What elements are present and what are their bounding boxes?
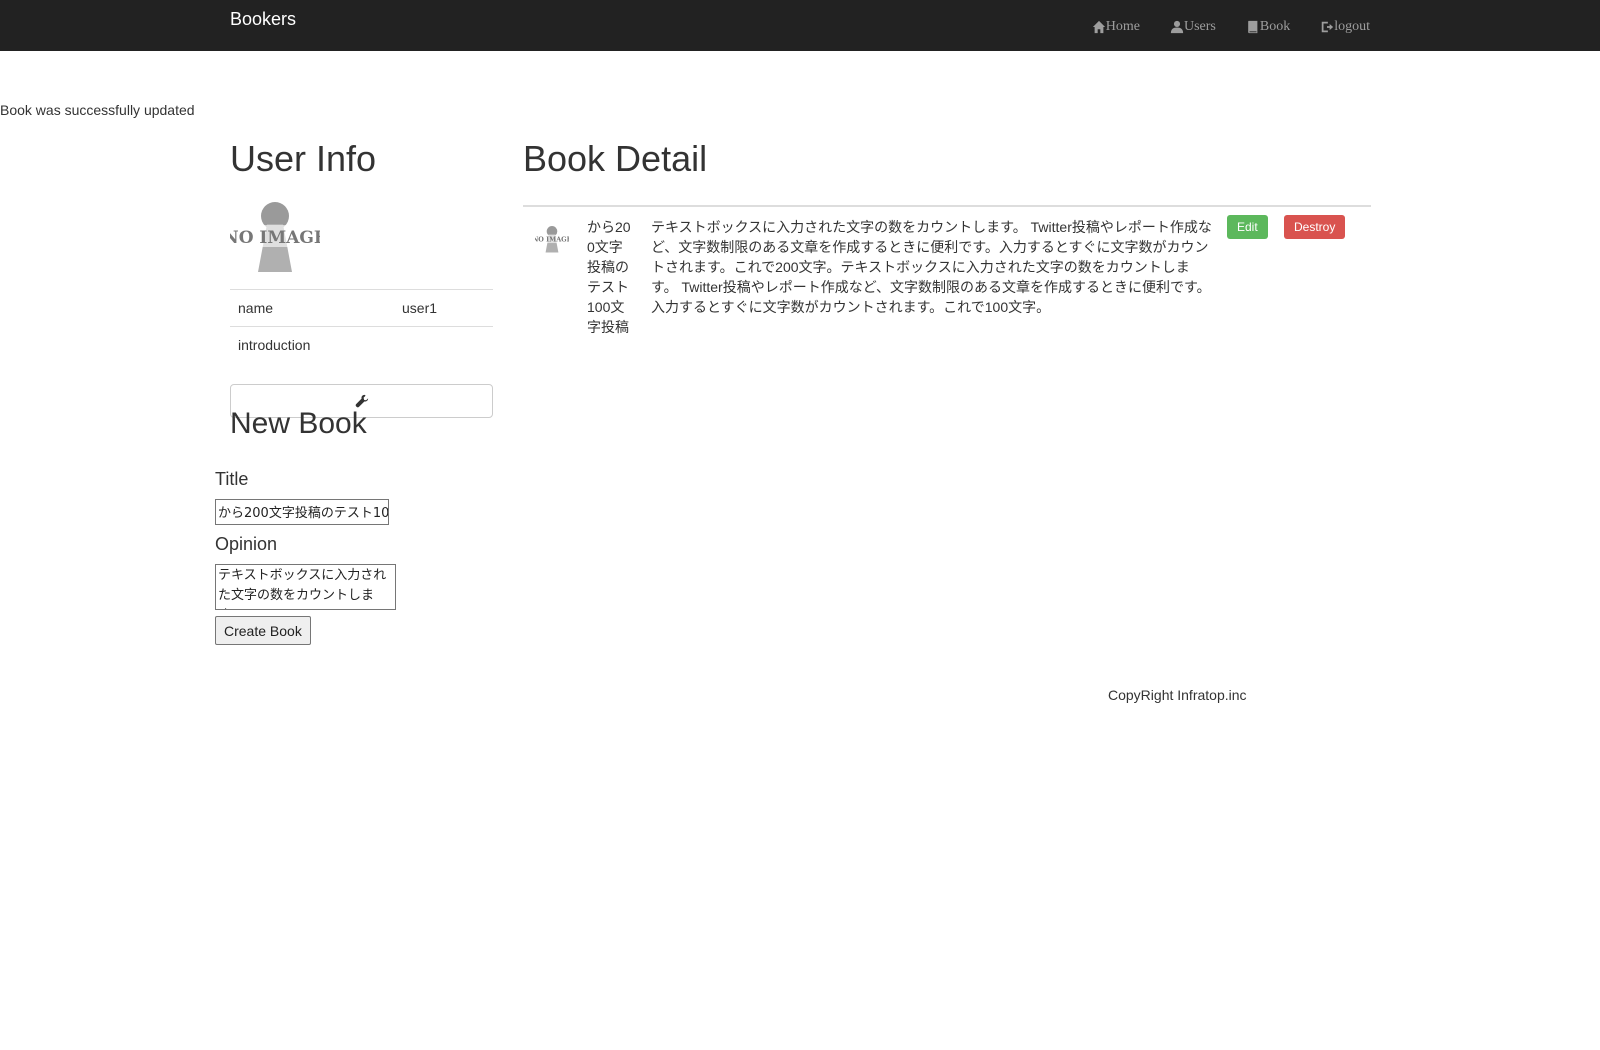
create-book-button[interactable]: Create Book [215,616,311,645]
book-detail-heading: Book Detail [523,138,708,179]
opinion-label: Opinion [215,534,278,554]
wrench-icon [355,394,368,408]
book-image-cell: NO IMAGE [523,217,575,337]
row-label: introduction [230,326,394,363]
user-icon [1170,20,1184,34]
avatar-caption: NO IMAGE [230,228,320,248]
book-table: NO IMAGE から200文字投稿のテスト100文字投稿 テキストボックスに入… [523,205,1371,337]
logout-icon [1321,21,1334,33]
book-title[interactable]: から200文字投稿のテスト100文字投稿 [587,217,631,337]
thumbnail-caption: NO IMAGE [535,236,569,244]
new-book-heading: New Book [230,407,367,440]
row-label: name [230,289,394,327]
footer-copyright: CopyRight Infratop.inc [1108,687,1247,703]
row-value: user1 [394,289,493,327]
no-image-avatar: NO IMAGE [230,202,320,272]
nav-item-logout[interactable]: logout [1320,19,1370,35]
table-row: introduction [230,326,493,363]
row-value [394,326,493,363]
nav-item-label: Home [1105,19,1140,34]
title-input[interactable]: から200文字投稿のテスト100文字投稿 [215,499,389,525]
user-info-heading: User Info [230,138,377,179]
nav-item-users[interactable]: Users [1170,19,1216,35]
user-info-table: name user1 introduction [230,289,493,363]
nav-item-book[interactable]: Book [1246,19,1290,35]
title-label: Title [215,469,249,489]
nav-item-label: logout [1334,19,1370,34]
brand-logo[interactable]: Bookers [230,9,296,30]
table-row: NO IMAGE から200文字投稿のテスト100文字投稿 テキストボックスに入… [523,207,1371,337]
flash-message: Book was successfully updated [0,102,195,118]
opinion-textarea[interactable]: テキストボックスに入力された文字の数をカウントします。 [215,564,396,610]
table-row: name user1 [230,289,493,327]
no-image-thumbnail: NO IMAGE [532,226,572,253]
navbar: Bookers Home Users Book logout [0,0,1600,51]
destroy-book-button[interactable]: Destroy [1284,215,1346,239]
book-icon [1248,20,1258,34]
edit-book-button[interactable]: Edit [1227,215,1268,239]
nav-item-home[interactable]: Home [1092,19,1140,35]
nav-item-label: Users [1183,19,1216,34]
nav-item-label: Book [1259,19,1291,34]
home-icon [1092,20,1105,34]
book-body: テキストボックスに入力された文字の数をカウントします。 Twitter投稿やレポ… [651,219,1212,315]
nav-menu: Home Users Book logout [1092,19,1370,35]
